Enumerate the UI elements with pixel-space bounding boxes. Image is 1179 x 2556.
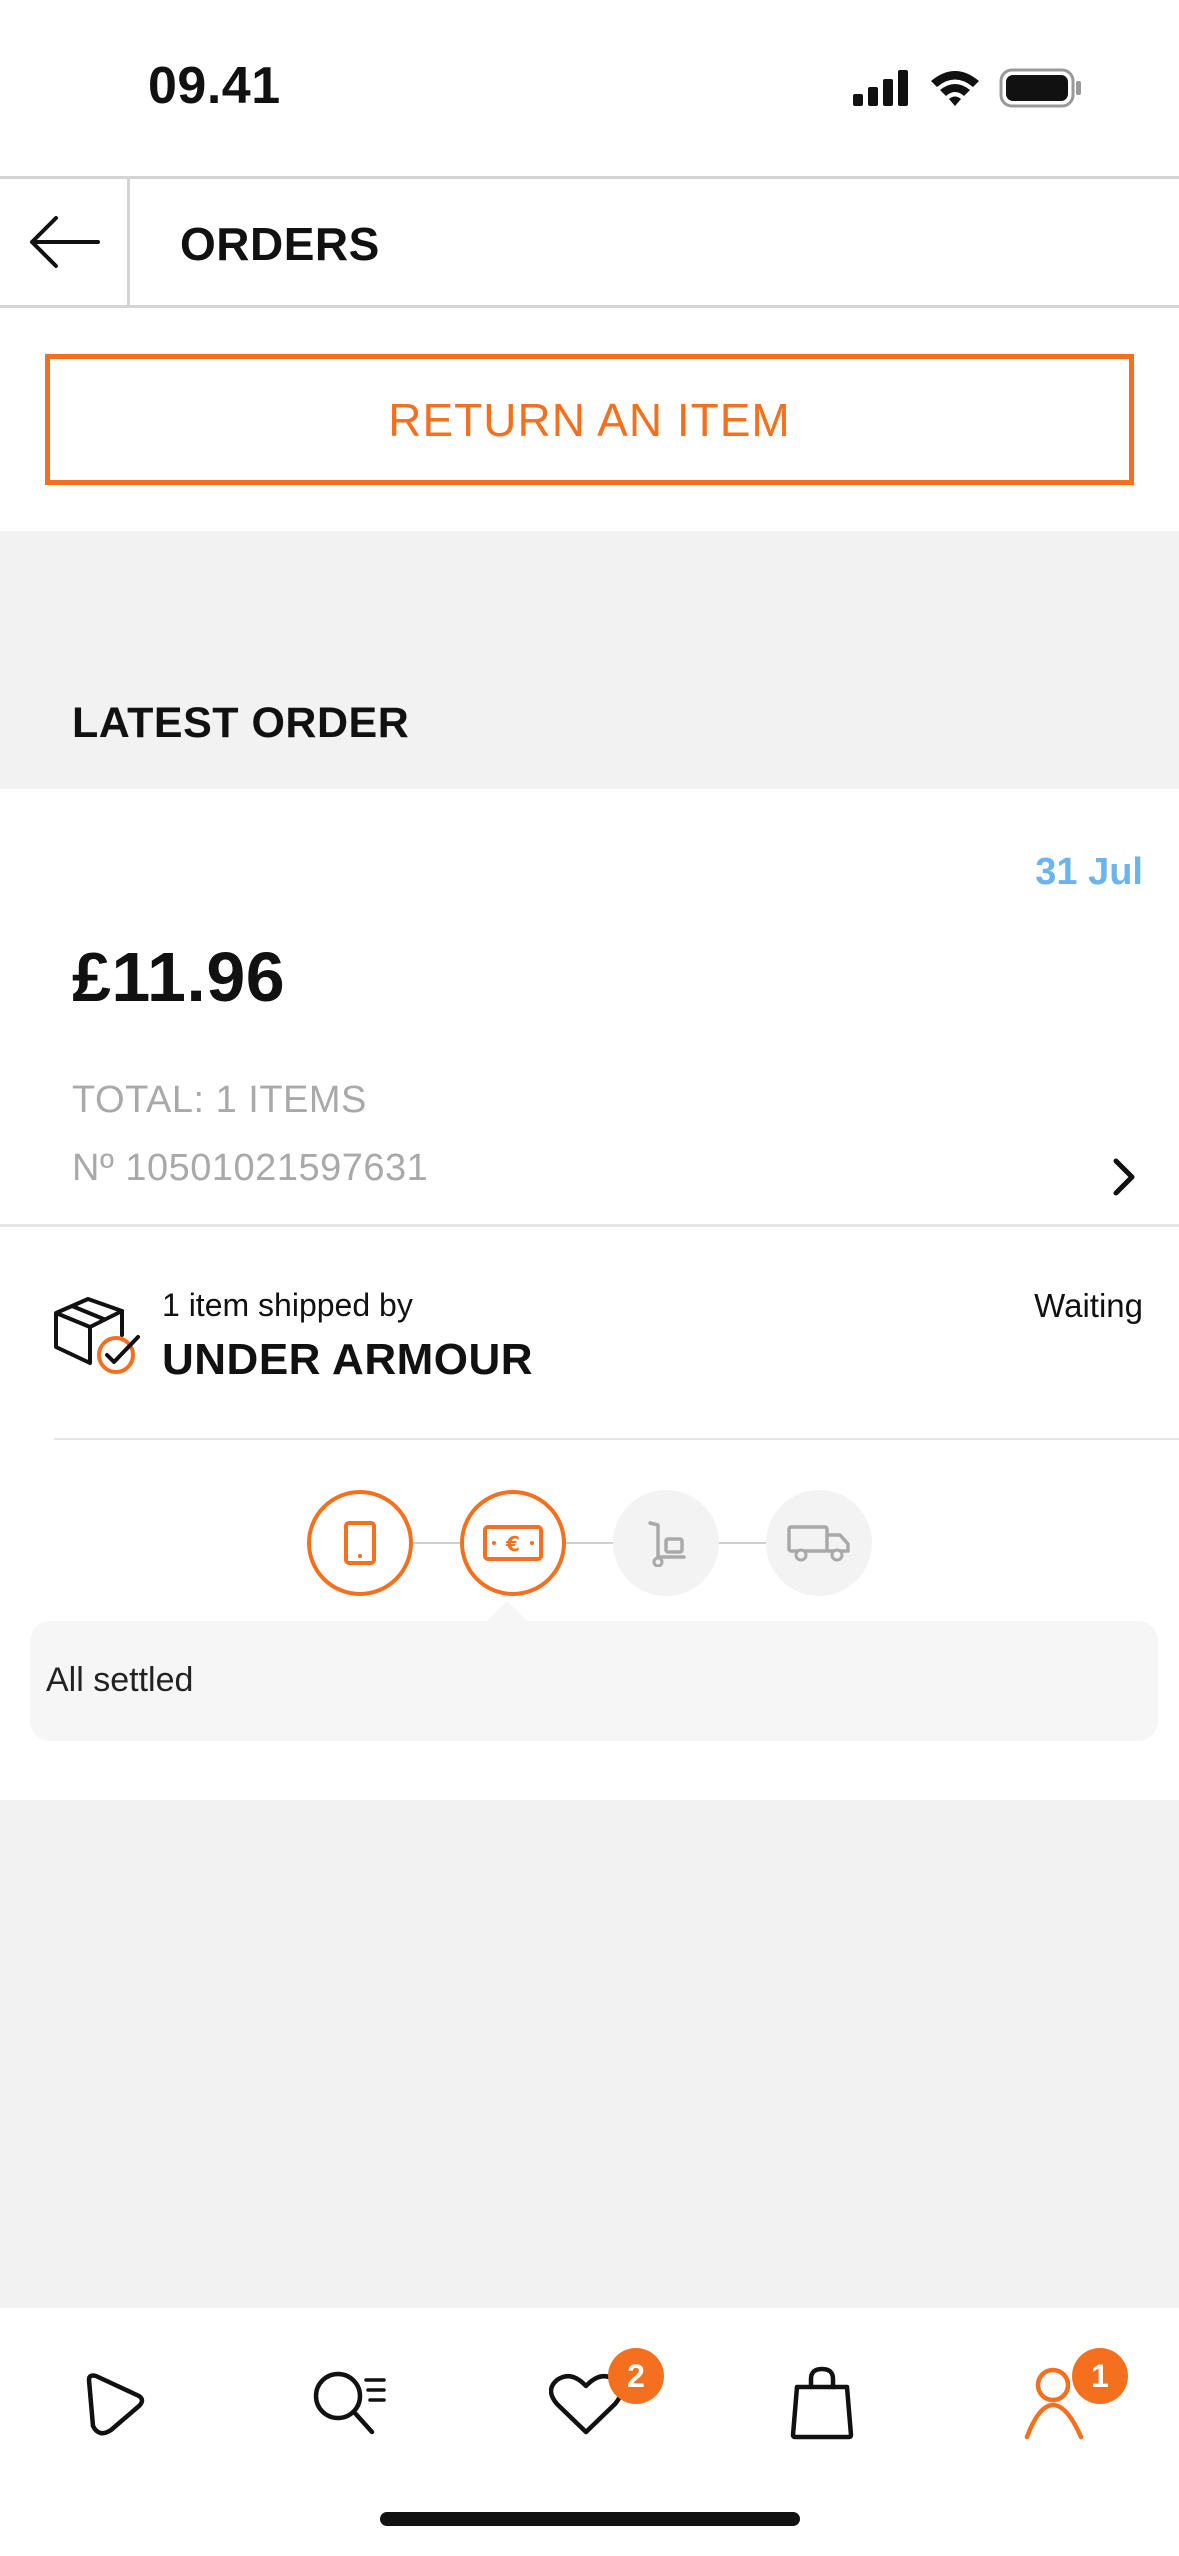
svg-text:€: € bbox=[505, 1532, 520, 1556]
status-message-box: All settled bbox=[30, 1621, 1158, 1741]
orders-screen: 09.41 ORDERS RETURN AN ITEM LATEST ORDER… bbox=[0, 0, 1179, 2556]
status-time: 09.41 bbox=[148, 57, 281, 115]
latest-order-section: LATEST ORDER bbox=[0, 531, 1179, 789]
arrow-left-icon bbox=[29, 216, 100, 268]
header-bar: ORDERS bbox=[0, 176, 1179, 308]
chevron-right-icon bbox=[1113, 1158, 1135, 1196]
shipped-by-label: 1 item shipped by bbox=[162, 1287, 413, 1323]
delivery-truck-icon bbox=[787, 1525, 850, 1562]
search-list-icon bbox=[313, 2371, 386, 2435]
step-delivery bbox=[766, 1490, 872, 1596]
tab-home[interactable] bbox=[54, 2348, 174, 2458]
wifi-icon bbox=[931, 71, 979, 106]
step-order-placed bbox=[307, 1490, 413, 1596]
order-price: £11.96 bbox=[72, 938, 286, 1016]
step-connector bbox=[718, 1542, 768, 1544]
shipment-info: 1 item shipped by UNDER ARMOUR Waiting bbox=[0, 1227, 1179, 1440]
order-date: 31 Jul bbox=[1035, 851, 1143, 893]
warehouse-trolley-icon bbox=[648, 1521, 686, 1567]
cellular-signal-icon bbox=[853, 70, 908, 106]
shipment-status: Waiting bbox=[1034, 1287, 1143, 1324]
step-payment: € bbox=[460, 1490, 566, 1596]
tab-account[interactable]: 1 bbox=[998, 2348, 1128, 2458]
order-progress bbox=[0, 1440, 1179, 1800]
account-badge: 1 bbox=[1072, 2348, 1128, 2404]
empty-area bbox=[0, 1800, 1179, 2308]
order-number: Nº 10501021597631 bbox=[72, 1147, 429, 1189]
package-check-icon bbox=[54, 1297, 140, 1374]
tab-bag[interactable] bbox=[762, 2348, 882, 2458]
status-bar: 09.41 bbox=[0, 0, 1179, 176]
page-title: ORDERS bbox=[180, 218, 380, 270]
battery-icon bbox=[999, 68, 1081, 108]
section-title: LATEST ORDER bbox=[72, 699, 410, 747]
wishlist-badge: 2 bbox=[608, 2348, 664, 2404]
return-item-label: RETURN AN ITEM bbox=[388, 393, 791, 446]
order-total: TOTAL: 1 ITEMS bbox=[72, 1079, 367, 1121]
return-item-button[interactable]: RETURN AN ITEM bbox=[45, 354, 1134, 485]
step-warehouse bbox=[613, 1490, 719, 1596]
brand-name: UNDER ARMOUR bbox=[162, 1335, 534, 1384]
status-message: All settled bbox=[46, 1661, 194, 1699]
step-connector bbox=[412, 1542, 462, 1544]
phone-order-icon bbox=[344, 1521, 376, 1565]
tab-wishlist[interactable]: 2 bbox=[526, 2348, 664, 2458]
tab-search[interactable] bbox=[290, 2348, 410, 2458]
status-icons bbox=[853, 64, 1083, 112]
back-button[interactable] bbox=[0, 179, 130, 305]
step-connector bbox=[565, 1542, 615, 1544]
payment-banknote-icon: € bbox=[483, 1525, 543, 1561]
home-indicator bbox=[380, 2512, 800, 2526]
home-play-icon bbox=[86, 2373, 145, 2436]
order-card[interactable]: 31 Jul £11.96 TOTAL: 1 ITEMS Nº 10501021… bbox=[0, 789, 1179, 1227]
shopping-bag-icon bbox=[790, 2366, 854, 2440]
